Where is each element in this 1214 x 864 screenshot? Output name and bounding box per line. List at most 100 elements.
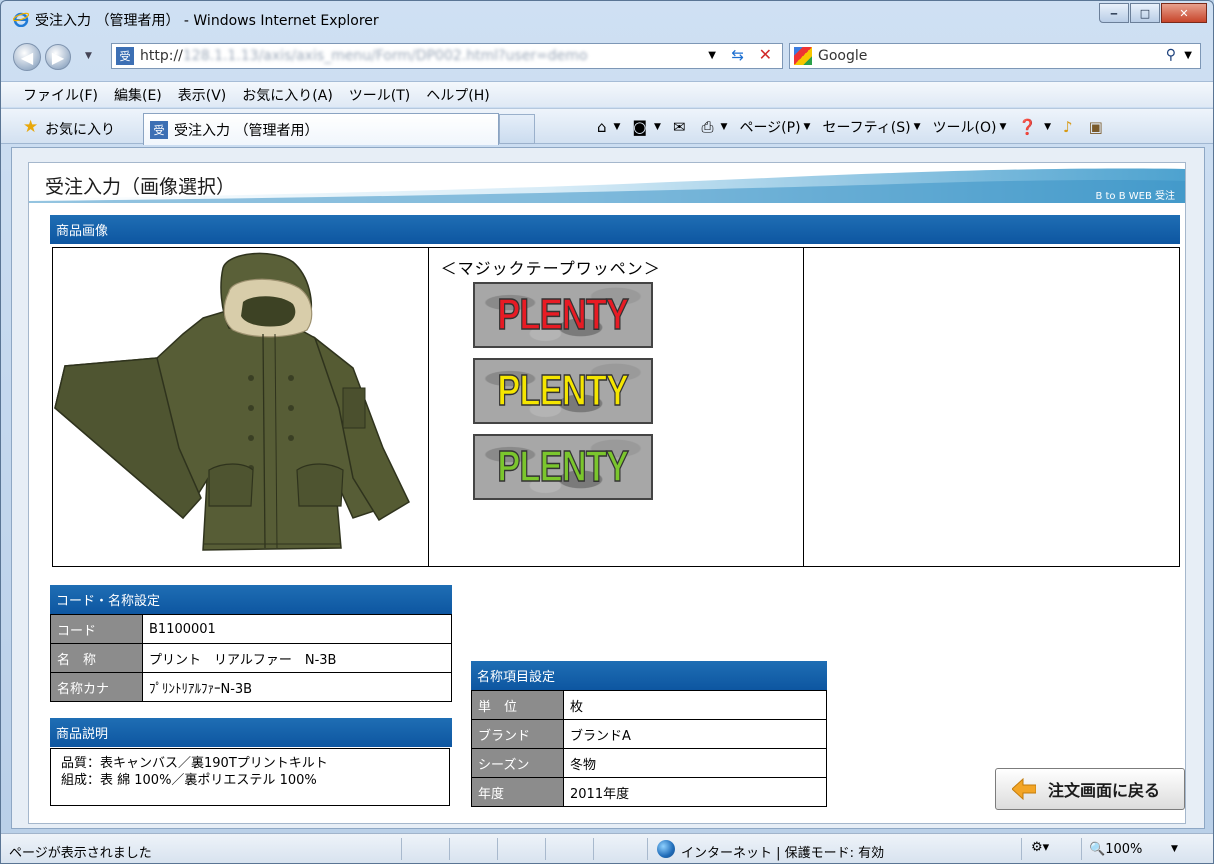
page-subtitle: B to B WEB 受注 bbox=[1095, 191, 1175, 202]
address-dropdown-icon[interactable]: ▼ bbox=[708, 50, 716, 61]
window-title: 受注入力 （管理者用） - Windows Internet Explorer bbox=[35, 13, 379, 29]
name-items-section-header: 名称項目設定 bbox=[471, 661, 827, 690]
back-to-order-label: 注文画面に戻る bbox=[1048, 781, 1161, 800]
favorites-star-icon[interactable]: ★ bbox=[23, 117, 38, 137]
home-icon: ⌂ bbox=[597, 118, 607, 136]
page-content: 受注入力（画像選択） B to B WEB 受注 商品画像 ＜マジックテープワッ… bbox=[28, 162, 1186, 824]
year-label: 年度 bbox=[471, 777, 564, 807]
menu-bar: ファイル(F) 編集(E) 表示(V) お気に入り(A) ツール(T) ヘルプ(… bbox=[1, 81, 1213, 107]
feeds-button[interactable]: ◙ ▼ bbox=[632, 118, 660, 136]
menu-help[interactable]: ヘルプ(H) bbox=[426, 85, 489, 105]
description-section-header: 商品説明 bbox=[50, 718, 452, 747]
table-row: 年度 2011年度 bbox=[471, 777, 827, 807]
status-bar: ページが表示されました インターネット | 保護モード: 有効 ⚙▾ 🔍100%… bbox=[1, 833, 1213, 863]
address-url[interactable]: http://128.1.1.13/axis/axis_menu/Form/DP… bbox=[140, 48, 588, 64]
brand-label: ブランド bbox=[471, 719, 564, 749]
status-text: ページが表示されました bbox=[9, 846, 152, 861]
back-button[interactable]: ◀ bbox=[13, 43, 41, 71]
back-arrow-icon bbox=[1012, 778, 1036, 800]
home-button[interactable]: ⌂ ▼ bbox=[597, 118, 620, 136]
description-line-1: 品質：表キャンバス／裏190Tプリントキルト bbox=[61, 756, 328, 771]
safety-menu[interactable]: セーフティ(S) ▼ bbox=[822, 117, 920, 137]
name-value: プリント リアルファー N-3B bbox=[142, 643, 452, 673]
unit-label: 単 位 bbox=[471, 690, 564, 720]
brand-value: ブランドA bbox=[563, 719, 827, 749]
table-row: ブランド ブランドA bbox=[471, 719, 827, 749]
print-button[interactable]: ⎙ ▼ bbox=[702, 118, 728, 136]
address-bar[interactable]: 受 http://128.1.1.13/axis/axis_menu/Form/… bbox=[111, 43, 783, 69]
table-row: 名 称 プリント リアルファー N-3B bbox=[50, 643, 452, 673]
menu-favorites[interactable]: お気に入り(A) bbox=[242, 85, 333, 105]
search-input[interactable]: Google bbox=[818, 48, 867, 64]
minimize-button[interactable]: ‒ bbox=[1099, 3, 1129, 23]
menu-file[interactable]: ファイル(F) bbox=[23, 85, 98, 105]
jacket-image-cell bbox=[53, 248, 429, 566]
code-value: B1100001 bbox=[142, 614, 452, 644]
year-value: 2011年度 bbox=[563, 777, 827, 807]
product-image-table: ＜マジックテープワッペン＞ PLENTY PLENTY PLENTY bbox=[52, 247, 1180, 567]
patch-image-cell: ＜マジックテープワッペン＞ PLENTY PLENTY PLENTY bbox=[429, 248, 805, 566]
code-section-title: コード・名称設定 bbox=[56, 594, 161, 609]
page-menu[interactable]: ページ(P) ▼ bbox=[739, 117, 810, 137]
code-label: コード bbox=[50, 614, 143, 644]
rss-icon: ◙ bbox=[632, 118, 648, 136]
history-dropdown-icon[interactable]: ▼ bbox=[85, 51, 92, 61]
image-section-header: 商品画像 bbox=[50, 215, 1180, 244]
unit-value: 枚 bbox=[563, 690, 827, 720]
mail-button[interactable]: ✉ bbox=[673, 118, 690, 136]
search-box[interactable]: Google ⚲ ▼ bbox=[789, 43, 1201, 69]
command-bar: ⌂ ▼ ◙ ▼ ✉ ⎙ ▼ ページ(P) ▼ セーフティ(S) ▼ ツール(O) ▼ ❓ ▼ … bbox=[597, 117, 1119, 137]
browser-window: 受注入力 （管理者用） - Windows Internet Explorer … bbox=[0, 0, 1214, 864]
google-icon bbox=[794, 47, 812, 65]
description-section-title: 商品説明 bbox=[56, 727, 109, 742]
zoom-icon: 🔍 bbox=[1089, 842, 1106, 857]
season-value: 冬物 bbox=[563, 748, 827, 778]
security-zone[interactable]: インターネット | 保護モード: 有効 bbox=[681, 842, 884, 861]
favorites-button[interactable]: お気に入り bbox=[45, 119, 115, 139]
messenger-button[interactable]: ▣ bbox=[1089, 118, 1107, 136]
patch-red-text: PLENTY bbox=[497, 289, 630, 340]
tab-favicon: 受 bbox=[150, 120, 168, 139]
search-dropdown-icon[interactable]: ▼ bbox=[1184, 50, 1192, 61]
patch-green: PLENTY bbox=[472, 434, 653, 500]
protected-mode-icon[interactable]: ⚙▾ bbox=[1031, 840, 1049, 855]
back-arrow-icon: ◀ bbox=[20, 47, 34, 67]
stop-icon[interactable]: ✕ bbox=[759, 45, 772, 64]
new-tab-button[interactable] bbox=[499, 114, 535, 144]
help-icon: ❓ bbox=[1018, 118, 1038, 136]
ie-logo-icon bbox=[13, 12, 29, 27]
close-button[interactable]: ✕ bbox=[1161, 3, 1207, 23]
page-header: 受注入力（画像選択） B to B WEB 受注 bbox=[29, 163, 1185, 203]
tools-menu[interactable]: ツール(O) ▼ bbox=[933, 117, 1007, 137]
patch-title: ＜マジックテープワッペン＞ bbox=[440, 259, 661, 278]
description-line-2: 組成：表 綿 100%／裏ポリエステル 100% bbox=[61, 773, 317, 788]
maximize-button[interactable]: □ bbox=[1130, 3, 1160, 23]
forward-button[interactable]: ▶ bbox=[45, 44, 71, 70]
internet-zone-icon bbox=[657, 840, 675, 858]
search-icon[interactable]: ⚲ bbox=[1166, 47, 1176, 63]
page-favicon: 受 bbox=[116, 47, 134, 65]
patch-green-text: PLENTY bbox=[497, 441, 630, 492]
help-button[interactable]: ❓ ▼ bbox=[1018, 118, 1051, 136]
menu-edit[interactable]: 編集(E) bbox=[114, 85, 162, 105]
description-box: 品質：表キャンバス／裏190Tプリントキルト 組成：表 綿 100%／裏ポリエス… bbox=[50, 748, 450, 806]
address-row: ◀ ▶ ▼ 受 http://128.1.1.13/axis/axis_menu… bbox=[1, 39, 1213, 75]
tab-active[interactable]: 受 受注入力 （管理者用） bbox=[143, 113, 499, 145]
refresh-icon[interactable]: ⇆ bbox=[731, 46, 744, 64]
menu-view[interactable]: 表示(V) bbox=[178, 85, 227, 105]
back-to-order-button[interactable]: 注文画面に戻る bbox=[995, 768, 1185, 810]
zoom-level[interactable]: 🔍100% bbox=[1089, 842, 1142, 857]
patch-red: PLENTY bbox=[472, 282, 653, 348]
research-button[interactable]: ♪ bbox=[1063, 118, 1077, 136]
menu-tools[interactable]: ツール(T) bbox=[349, 85, 410, 105]
table-row: シーズン 冬物 bbox=[471, 748, 827, 778]
name-kana-value: ﾌﾟﾘﾝﾄﾘｱﾙﾌｧｰN-3B bbox=[142, 672, 452, 702]
patch-yellow: PLENTY bbox=[472, 358, 653, 424]
name-kana-label: 名称カナ bbox=[50, 672, 143, 702]
forward-arrow-icon: ▶ bbox=[51, 47, 65, 67]
empty-image-cell bbox=[804, 248, 1179, 566]
name-items-section-title: 名称項目設定 bbox=[477, 670, 556, 685]
code-table: コード B1100001 名 称 プリント リアルファー N-3B 名称カナ ﾌ… bbox=[50, 614, 452, 702]
zoom-dropdown-icon[interactable]: ▼ bbox=[1171, 844, 1178, 854]
tab-title: 受注入力 （管理者用） bbox=[174, 122, 319, 139]
